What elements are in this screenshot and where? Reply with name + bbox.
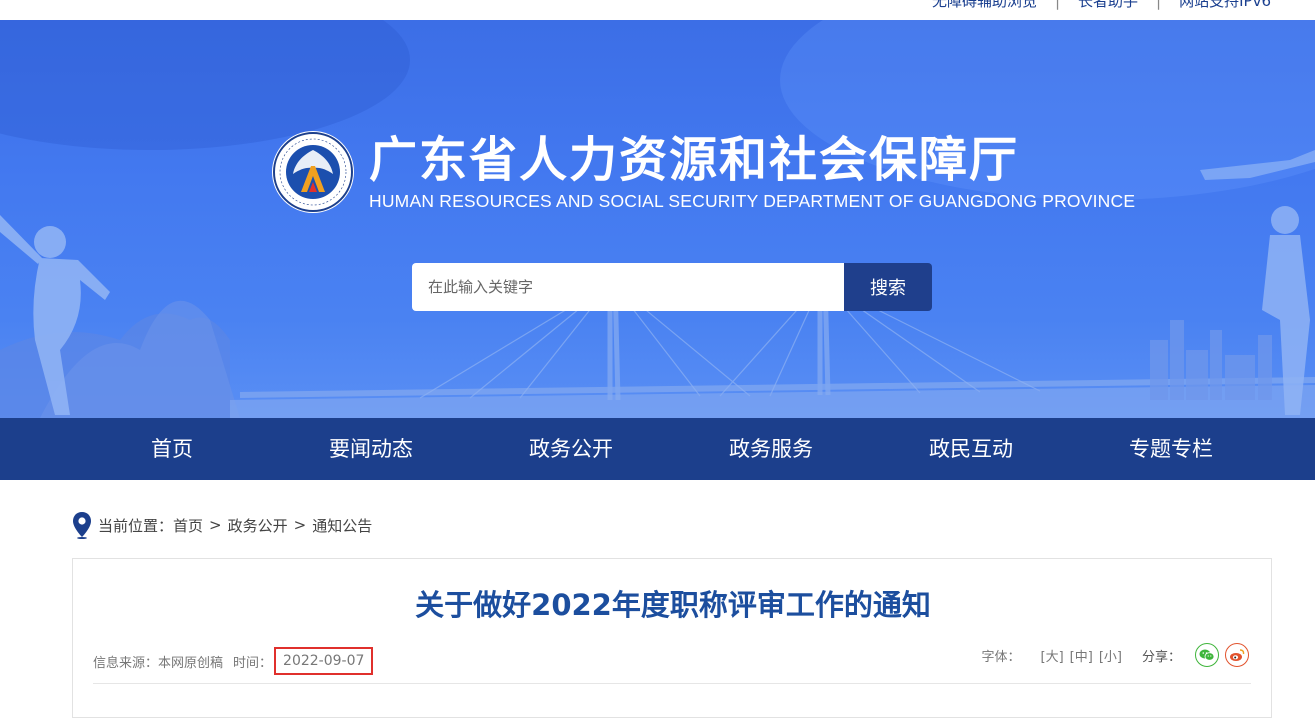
site-title: 广东省人力资源和社会保障厅 — [369, 131, 1020, 188]
nav-item-government-affairs[interactable]: 政务公开 — [529, 418, 613, 480]
ipv6-link[interactable]: 网站支持IPv6 — [1179, 0, 1271, 11]
header-banner: 广东省人力资源和社会保障厅 HUMAN RESOURCES AND SOCIAL… — [0, 20, 1315, 418]
source-value: 本网原创稿 — [158, 655, 224, 671]
nav-item-services[interactable]: 政务服务 — [729, 418, 813, 480]
breadcrumb-prefix: 当前位置： — [98, 516, 174, 535]
article-divider — [93, 683, 1251, 684]
nav-item-news[interactable]: 要闻动态 — [329, 418, 413, 480]
time-label: 时间： — [233, 655, 273, 671]
breadcrumb-separator: > — [293, 516, 307, 534]
breadcrumb-home[interactable]: 首页 — [173, 515, 203, 536]
share-label: 分享： — [1141, 649, 1181, 665]
search-button[interactable]: 搜索 — [844, 263, 932, 311]
search-bar: 搜索 — [412, 263, 932, 311]
banner-illustration — [0, 20, 1315, 418]
search-input[interactable] — [412, 263, 844, 311]
map-pin-icon — [73, 512, 91, 539]
nav-item-interaction[interactable]: 政民互动 — [929, 418, 1013, 480]
article-meta: 信息来源： 本网原创稿 时间： 2022-09-07 — [93, 647, 374, 675]
top-utility-bar: 无障碍辅助浏览 | 长者助手 | 网站支持IPv6 — [0, 0, 1315, 20]
nav-item-topics[interactable]: 专题专栏 — [1129, 418, 1213, 480]
weibo-icon[interactable] — [1225, 643, 1249, 667]
breadcrumb-notices[interactable]: 通知公告 — [312, 515, 372, 536]
site-logo[interactable]: 广东省人力资源和社会保障厅 HUMAN RESOURCES AND SOCIAL… — [271, 130, 1135, 214]
font-medium-button[interactable]: [中] — [1070, 646, 1093, 665]
utility-links: 无障碍辅助浏览 | 长者助手 | 网站支持IPv6 — [932, 0, 1271, 11]
nav-item-home[interactable]: 首页 — [151, 418, 193, 480]
accessibility-link[interactable]: 无障碍辅助浏览 — [932, 0, 1037, 11]
article-title: 关于做好2022年度职称评审工作的通知 — [415, 588, 931, 622]
breadcrumb: 当前位置： 首页 > 政务公开 > 通知公告 — [72, 511, 372, 539]
utility-separator: | — [1156, 0, 1162, 10]
font-size-label: 字体： — [981, 649, 1021, 665]
utility-separator: | — [1054, 0, 1061, 10]
breadcrumb-separator: > — [209, 516, 222, 534]
wechat-icon[interactable] — [1195, 643, 1219, 667]
article-tools: 字体： [大] [中] [小] 分享： — [981, 643, 1249, 667]
font-large-button[interactable]: [大] — [1041, 646, 1064, 665]
source-label: 信息来源： — [93, 655, 159, 671]
font-small-button[interactable]: [小] — [1099, 646, 1122, 665]
main-nav: 首页 要闻动态 政务公开 政务服务 政民互动 专题专栏 — [0, 418, 1315, 480]
breadcrumb-government-affairs[interactable]: 政务公开 — [228, 515, 288, 536]
article-card: 关于做好2022年度职称评审工作的通知 信息来源： 本网原创稿 时间： 2022… — [72, 558, 1272, 718]
site-title-english: HUMAN RESOURCES AND SOCIAL SECURITY DEPA… — [369, 190, 1136, 211]
elder-mode-link[interactable]: 长者助手 — [1078, 0, 1138, 11]
publish-date: 2022-09-07 — [274, 647, 374, 675]
department-emblem-icon — [272, 131, 354, 213]
